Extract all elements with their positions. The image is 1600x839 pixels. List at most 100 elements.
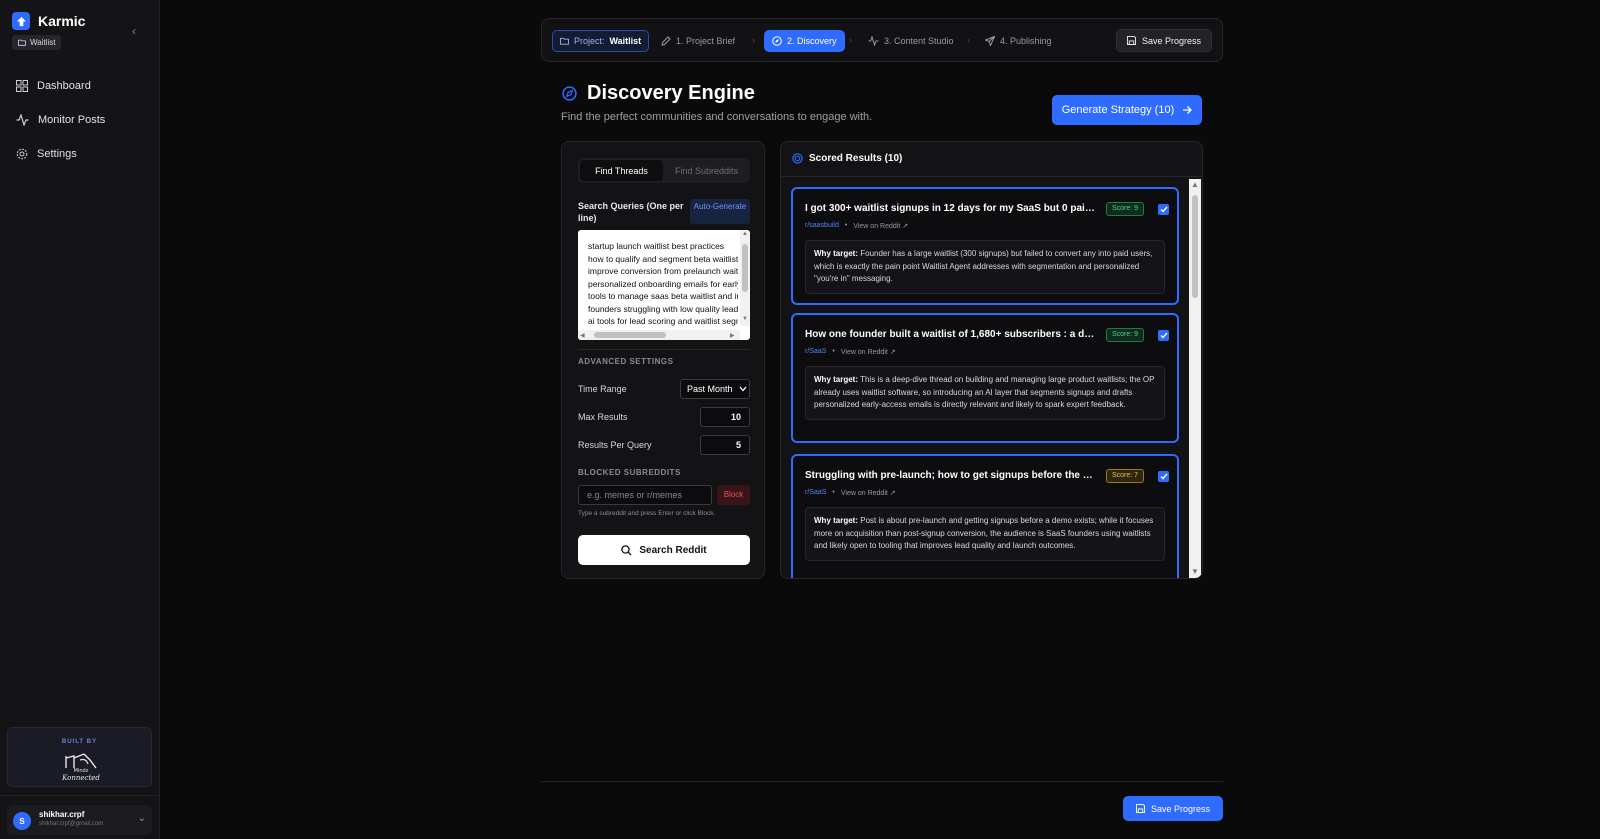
view-on-reddit-link[interactable]: View on Reddit ↗ [853,222,908,230]
activity-icon [16,114,29,126]
search-queries-textarea[interactable]: startup launch waitlist best practices ho… [578,230,750,340]
user-name: shikhar.crpf [39,810,85,819]
search-query-line: founders struggling with low quality lea… [588,303,738,314]
project-name: Waitlist [609,36,642,46]
user-menu[interactable]: S shikhar.crpf shikhar.crpf@gmail.com ⌄ [7,805,152,835]
why-target-text: Post is about pre-launch and getting sig… [814,516,1154,550]
sidebar-item-dashboard[interactable]: Dashboard [16,76,91,96]
project-chip[interactable]: Waitlist [12,35,62,50]
scroll-up-icon[interactable]: ▲ [1191,180,1199,189]
why-target-label: Why target: [814,375,858,384]
search-query-line: startup launch waitlist best practices [588,241,725,251]
select-checkbox[interactable] [1158,471,1169,482]
why-target-box: Why target: Post is about pre-launch and… [805,507,1165,561]
send-icon [985,36,995,46]
view-on-reddit-link[interactable]: View on Reddit ↗ [841,348,896,356]
step-discovery[interactable]: 2. Discovery [764,30,845,52]
subreddit-link[interactable]: r/SaaS [805,489,826,497]
time-range-value: Past Month [687,384,733,394]
built-by-label: BUILT BY [61,739,98,745]
result-card[interactable]: Struggling with pre-launch; how to get s… [791,454,1179,578]
score-badge: Score: 7 [1106,469,1145,483]
built-by-card[interactable]: BUILT BY Mindz Konnected [7,727,152,787]
workflow-stepper: Project: Waitlist 1. Project Brief › 2. … [541,18,1223,62]
select-checkbox[interactable] [1158,330,1169,341]
pencil-icon [661,36,671,46]
subreddit-link[interactable]: r/SaaS [805,348,826,356]
save-icon [1126,36,1136,45]
sidebar-item-monitor-posts[interactable]: Monitor Posts [16,110,105,130]
blocked-subreddit-input[interactable]: e.g. memes or r/memes [578,485,712,505]
check-icon [1160,473,1168,480]
search-queries-label: Search Queries (One per line) [578,201,684,223]
select-checkbox[interactable] [1158,204,1169,215]
project-label: Project: [574,36,605,46]
search-queries-text: startup launch waitlist best practices ho… [588,240,738,328]
result-card[interactable]: I got 300+ waitlist signups in 12 days f… [791,187,1179,305]
mindz-konnected-logo-icon: Mindz Konnected [60,750,102,782]
chevron-right-icon: › [967,35,970,45]
results-scrollbar[interactable]: ▲ ▼ [1189,179,1201,578]
horizontal-scrollbar[interactable]: ◀ ▶ [578,330,740,340]
chevron-right-icon: › [752,35,755,45]
target-icon [792,153,803,164]
search-query-line: ai tools for lead scoring and waitlist s… [588,316,738,326]
save-progress-button[interactable]: Save Progress [1115,29,1212,52]
gear-icon [16,148,28,160]
auto-generate-button[interactable]: Auto-Generate [690,199,750,224]
step-project-brief[interactable]: 1. Project Brief [661,30,735,52]
search-query-line: tools to manage saas beta waitlist and i… [588,291,738,301]
scroll-right-icon[interactable]: ▶ [730,332,735,339]
brand[interactable]: Karmic [12,12,85,30]
search-reddit-label: Search Reddit [639,544,707,556]
score-badge: Score: 9 [1106,202,1145,216]
step-project[interactable]: Project: Waitlist [552,30,650,52]
tab-find-threads[interactable]: Find Threads [580,160,663,181]
scroll-down-icon[interactable]: ▼ [1191,567,1199,576]
results-per-query-input[interactable]: 5 [700,435,750,455]
search-mode-tabs: Find Threads Find Subreddits [578,158,750,183]
result-title[interactable]: How one founder built a waitlist of 1,68… [805,329,1095,340]
dashboard-icon [16,80,28,92]
search-icon [621,544,632,555]
scroll-down-icon[interactable]: ▼ [742,316,748,322]
generate-strategy-button[interactable]: Generate Strategy (10) [1052,95,1202,125]
result-title[interactable]: I got 300+ waitlist signups in 12 days f… [805,203,1095,214]
scrollbar-thumb[interactable] [594,332,666,338]
result-card[interactable]: How one founder built a waitlist of 1,68… [791,313,1179,443]
chevron-down-icon: ⌄ [137,813,146,824]
why-target-label: Why target: [814,516,858,525]
chevron-down-icon [739,386,747,392]
save-progress-footer-label: Save Progress [1150,803,1211,814]
view-on-reddit-link[interactable]: View on Reddit ↗ [841,489,896,497]
block-button[interactable]: Block [717,485,750,505]
search-query-line: personalized onboarding emails for early… [588,278,738,289]
step-content-studio[interactable]: 3. Content Studio [868,30,954,52]
user-email: shikhar.crpf@gmail.com [39,821,104,827]
save-progress-footer-button[interactable]: Save Progress [1123,796,1223,821]
scroll-left-icon[interactable]: ◀ [580,332,585,339]
vertical-scrollbar[interactable]: ▲ ▼ [740,230,750,326]
step-publishing[interactable]: 4. Publishing [985,30,1052,52]
search-reddit-button[interactable]: Search Reddit [578,535,750,565]
max-results-input[interactable]: 10 [700,407,750,427]
search-query-line: improve conversion from prelaunch waitli… [588,266,738,276]
page-title: Discovery Engine [587,82,755,104]
max-results-label: Max Results [578,412,628,422]
save-progress-label: Save Progress [1141,35,1201,46]
scrollbar-thumb[interactable] [742,244,748,292]
score-badge: Score: 9 [1106,328,1145,342]
why-target-box: Why target: Founder has a large waitlist… [805,240,1165,294]
sidebar-item-settings[interactable]: Settings [16,144,77,164]
time-range-select[interactable]: Past Month [680,379,750,399]
scroll-up-icon[interactable]: ▲ [742,231,748,237]
subreddit-link[interactable]: r/saasbuild [805,222,839,230]
scrollbar-thumb[interactable] [1192,195,1198,298]
folder-icon [560,37,569,45]
advanced-settings-heading: ADVANCED SETTINGS [578,357,674,366]
tab-find-subreddits[interactable]: Find Subreddits [665,160,748,181]
results-per-query-label: Results Per Query [578,440,652,450]
collapse-sidebar-icon[interactable]: ‹ [132,24,136,38]
activity-icon [868,36,879,46]
result-title[interactable]: Struggling with pre-launch; how to get s… [805,470,1095,481]
